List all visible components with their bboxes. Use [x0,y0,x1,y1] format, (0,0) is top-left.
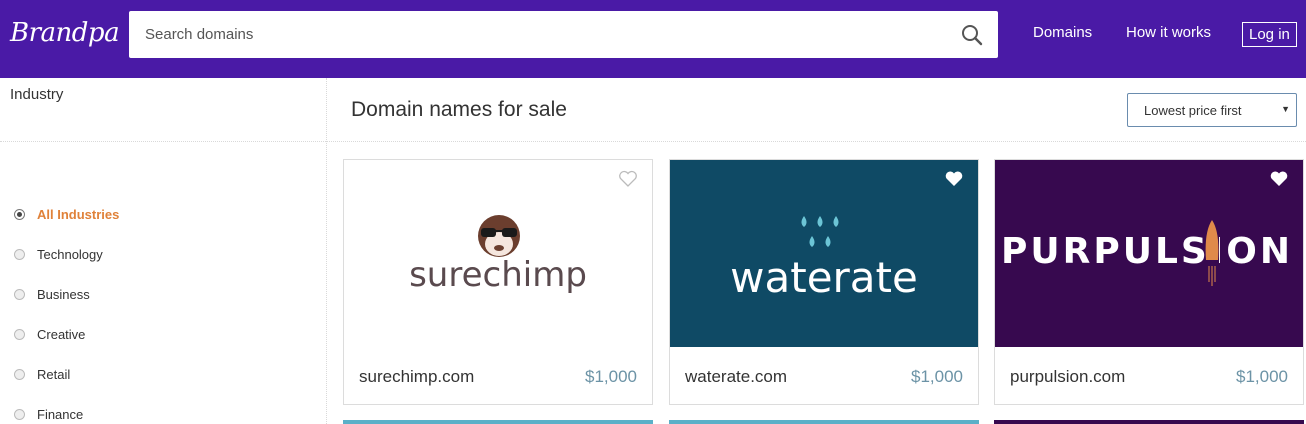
card-footer: surechimp.com $1,000 [344,347,652,406]
chimp-logo-icon [478,215,520,257]
nav-domains-link[interactable]: Domains [1033,24,1092,41]
purpulsion-logo-text: PURPULSION [1001,231,1293,272]
brandpa-logo[interactable]: Brandpa [10,18,120,48]
search-input[interactable] [129,11,949,58]
water-drops-icon [801,216,839,247]
industry-label: Business [37,286,90,302]
login-button[interactable]: Log in [1242,22,1297,47]
domain-card-surechimp[interactable]: surechimp surechimp.com $1,000 [343,159,653,405]
waterate-logo-text: waterate [730,253,918,302]
domain-logo-art: PURPULSION [995,160,1303,347]
domain-logo-art: waterate [670,160,978,347]
industry-option-retail[interactable]: Retail [14,364,70,384]
card-footer: purpulsion.com $1,000 [995,347,1303,406]
industry-label: Finance [37,406,84,422]
industry-option-all[interactable]: All Industries [14,204,119,224]
sort-dropdown-value: Lowest price first [1144,103,1242,118]
search-icon[interactable] [960,23,984,47]
favorite-heart-filled-icon[interactable] [944,170,964,188]
industry-option-technology[interactable]: Technology [14,244,103,264]
industry-label: Retail [37,366,71,382]
sort-dropdown[interactable]: Lowest price first ▼ [1127,93,1297,127]
radio-icon[interactable] [14,408,25,420]
domain-card-waterate[interactable]: waterate waterate.com $1,000 [669,159,979,405]
favorite-heart-outline-icon[interactable] [618,170,638,188]
results-header: Domain names for sale Lowest price first… [327,78,1306,142]
industry-filter-title: Industry [10,86,64,103]
industry-option-creative[interactable]: Creative [14,324,85,344]
next-card-top[interactable] [343,420,653,424]
nav-how-it-works-link[interactable]: How it works [1126,24,1211,41]
radio-icon[interactable] [14,328,25,340]
domain-price: $1,000 [1236,367,1288,386]
domain-price: $1,000 [585,367,637,386]
industry-option-finance[interactable]: Finance [14,404,83,424]
domain-card-purpulsion[interactable]: PURPULSION purpulsion.com $1,000 [994,159,1304,405]
domain-name[interactable]: purpulsion.com [1010,367,1125,387]
radio-icon[interactable] [14,288,25,300]
domain-price: $1,000 [911,367,963,386]
next-card-top[interactable] [994,420,1304,424]
page-title: Domain names for sale [351,98,567,121]
surechimp-logo-text: surechimp [409,255,587,295]
favorite-heart-filled-icon[interactable] [1269,170,1289,188]
caret-down-icon: ▼ [1281,104,1290,114]
card-footer: waterate.com $1,000 [670,347,978,406]
industry-label: Technology [37,246,103,262]
radio-selected-icon[interactable] [14,208,25,220]
radio-icon[interactable] [14,368,25,380]
rocket-icon [1205,218,1219,286]
industry-label: Creative [37,326,86,342]
radio-icon[interactable] [14,248,25,260]
domain-name[interactable]: surechimp.com [359,367,474,387]
search-box [129,11,998,58]
domain-logo-art: surechimp [344,160,652,347]
top-nav-bar: Brandpa Domains How it works Log in [0,0,1306,78]
industry-option-business[interactable]: Business [14,284,90,304]
industry-label: All Industries [37,206,120,222]
domain-name[interactable]: waterate.com [685,367,787,387]
next-card-top[interactable] [669,420,979,424]
